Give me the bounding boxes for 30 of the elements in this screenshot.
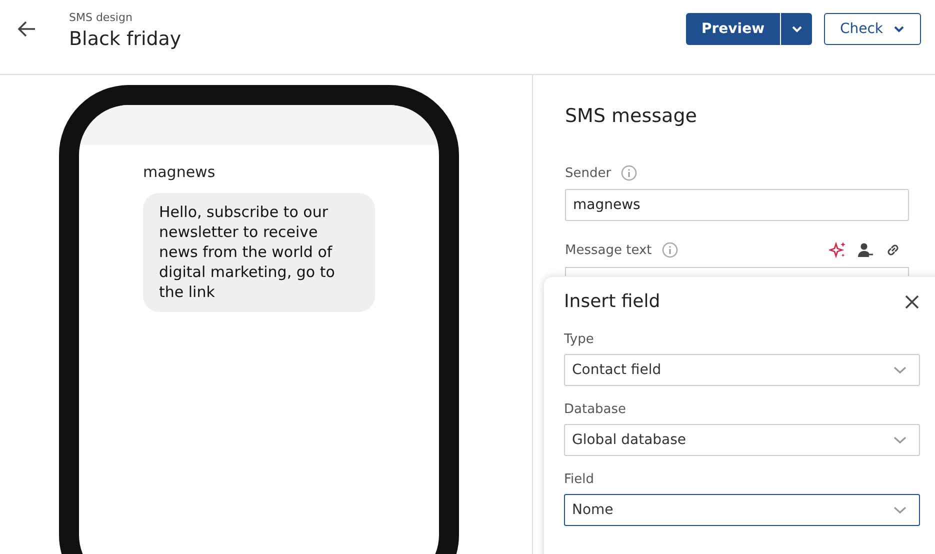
dropdown-select[interactable]: Contact field bbox=[564, 354, 920, 386]
check-button[interactable]: Check bbox=[824, 13, 921, 45]
chevron-down-icon bbox=[893, 366, 907, 374]
field-label: Type bbox=[564, 332, 595, 347]
chevron-down-icon bbox=[893, 25, 906, 33]
breadcrumb: SMS design bbox=[69, 10, 134, 24]
info-icon[interactable] bbox=[621, 165, 638, 181]
field-label: Field bbox=[564, 472, 596, 487]
close-icon[interactable] bbox=[904, 294, 920, 310]
preview-dropdown-button[interactable] bbox=[780, 13, 812, 45]
info-icon[interactable] bbox=[662, 242, 678, 258]
dropdown-select[interactable]: Global database bbox=[564, 424, 920, 456]
dropdown-select[interactable]: Nome bbox=[564, 494, 920, 526]
preview-button[interactable]: Preview bbox=[686, 13, 780, 45]
message-bubble: Hello, subscribe to our newsletter to receive news from the world of digital marketing, go to the link bbox=[143, 193, 375, 312]
back-arrow-icon[interactable] bbox=[18, 21, 36, 37]
chevron-down-icon bbox=[893, 436, 907, 444]
add-person-icon[interactable] bbox=[857, 242, 875, 258]
sender-input[interactable]: magnews bbox=[565, 189, 909, 221]
link-icon[interactable] bbox=[885, 242, 901, 258]
field-label: Message text bbox=[565, 242, 652, 258]
sms-sender: magnews bbox=[143, 163, 216, 181]
panel-title: Insert field bbox=[564, 291, 660, 312]
field-label: Database bbox=[564, 402, 628, 417]
sparkle-icon[interactable] bbox=[829, 241, 847, 259]
page-title: Black friday bbox=[69, 28, 182, 50]
section-title: SMS message bbox=[565, 105, 698, 127]
chevron-down-icon bbox=[790, 25, 802, 33]
field-label: Sender bbox=[565, 166, 612, 180]
chevron-down-icon bbox=[893, 506, 907, 514]
